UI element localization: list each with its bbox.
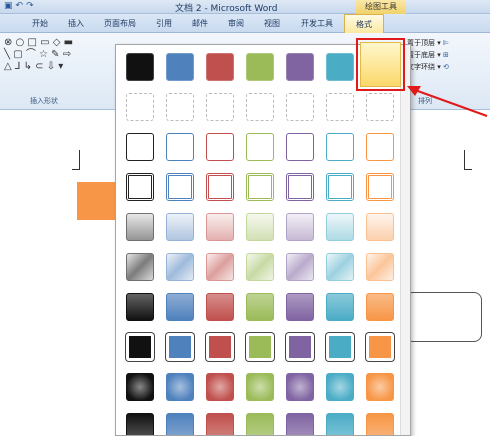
send-to-back-button[interactable]: 置于底层 ▾ ⊞ xyxy=(407,49,487,61)
style-swatch-dashed-outline-blue[interactable] xyxy=(166,93,194,121)
style-swatch-outline-thick-red[interactable] xyxy=(206,173,234,201)
style-swatch-light-gradient-aqua[interactable] xyxy=(326,213,354,241)
style-swatch-light-gradient-black[interactable] xyxy=(126,213,154,241)
style-swatch-dashed-outline-purple[interactable] xyxy=(286,93,314,121)
style-swatch-outline-thick-green[interactable] xyxy=(246,173,274,201)
save-icon[interactable]: ▣ xyxy=(4,1,13,11)
style-swatch-shaded-black[interactable] xyxy=(126,413,154,435)
text-wrap-button[interactable]: 文字环绕 ▾ ⟲ xyxy=(407,61,487,73)
window-title: 文档 2 - Microsoft Word xyxy=(175,4,278,14)
style-swatch-outline-thin-aqua[interactable] xyxy=(326,133,354,161)
style-swatch-outline-thin-black[interactable] xyxy=(126,133,154,161)
style-swatch-dashed-outline-orange[interactable] xyxy=(366,93,394,121)
style-swatch-radial-dark-orange[interactable] xyxy=(366,373,394,401)
style-swatch-shaded-aqua[interactable] xyxy=(326,413,354,435)
style-swatch-intense-gradient-purple[interactable] xyxy=(286,293,314,321)
style-swatch-outline-thin-red[interactable] xyxy=(206,133,234,161)
style-swatch-bevel-dark-purple[interactable] xyxy=(286,333,314,361)
style-swatch-outline-thick-black[interactable] xyxy=(126,173,154,201)
style-swatch-filled-purple[interactable] xyxy=(286,53,314,81)
style-swatch-intense-gradient-orange[interactable] xyxy=(366,293,394,321)
quick-access-toolbar: ▣ ↶ ↷ xyxy=(4,1,34,11)
tab-references[interactable]: 引用 xyxy=(146,14,182,33)
style-swatch-radial-dark-aqua[interactable] xyxy=(326,373,354,401)
style-swatch-intense-gradient-black[interactable] xyxy=(126,293,154,321)
style-swatch-outline-thin-green[interactable] xyxy=(246,133,274,161)
style-swatch-dashed-outline-red[interactable] xyxy=(206,93,234,121)
style-swatch-diagonal-gradient-orange[interactable] xyxy=(366,253,394,281)
style-swatch-shaded-orange[interactable] xyxy=(366,413,394,435)
style-swatch-bevel-dark-black[interactable] xyxy=(126,333,154,361)
style-swatch-filled-red[interactable] xyxy=(206,53,234,81)
style-swatch-filled-aqua[interactable] xyxy=(326,53,354,81)
shapes-gallery[interactable]: ⊗ ○ □ ▭ ◇ ▬ ╲ ▢ ⌒ ☆ ✎ ⇨ △ ⅃ ↳ ⊂ ⇩ ▾ xyxy=(4,37,84,73)
style-swatch-shaded-green[interactable] xyxy=(246,413,274,435)
style-swatch-outline-thick-purple[interactable] xyxy=(286,173,314,201)
tab-home[interactable]: 开始 xyxy=(22,14,58,33)
style-swatch-bevel-dark-green[interactable] xyxy=(246,333,274,361)
title-bar: ▣ ↶ ↷ 文档 2 - Microsoft Word 绘图工具 xyxy=(0,0,490,14)
insert-shapes-group-label: 插入形状 xyxy=(30,97,58,105)
redo-icon[interactable]: ↷ xyxy=(26,1,34,11)
style-swatch-radial-dark-purple[interactable] xyxy=(286,373,314,401)
tab-format[interactable]: 格式 xyxy=(344,14,384,33)
style-swatch-filled-green[interactable] xyxy=(246,53,274,81)
style-swatch-shaded-blue[interactable] xyxy=(166,413,194,435)
style-swatch-diagonal-gradient-green[interactable] xyxy=(246,253,274,281)
style-swatch-bevel-dark-red[interactable] xyxy=(206,333,234,361)
style-swatch-shaded-purple[interactable] xyxy=(286,413,314,435)
style-swatch-outline-thick-orange[interactable] xyxy=(366,173,394,201)
style-swatch-bevel-dark-blue[interactable] xyxy=(166,333,194,361)
style-swatch-outline-thin-blue[interactable] xyxy=(166,133,194,161)
bring-to-front-button[interactable]: 置于顶层 ▾ ⊫ xyxy=(407,37,487,49)
style-swatch-diagonal-gradient-red[interactable] xyxy=(206,253,234,281)
style-swatch-radial-dark-blue[interactable] xyxy=(166,373,194,401)
style-swatch-outline-thin-orange[interactable] xyxy=(366,133,394,161)
style-swatch-intense-gradient-blue[interactable] xyxy=(166,293,194,321)
margin-mark-right xyxy=(464,150,472,170)
style-swatch-light-gradient-green[interactable] xyxy=(246,213,274,241)
tab-developer[interactable]: 开发工具 xyxy=(290,14,344,33)
style-swatch-intense-gradient-green[interactable] xyxy=(246,293,274,321)
style-swatch-diagonal-gradient-black[interactable] xyxy=(126,253,154,281)
margin-mark-left xyxy=(72,150,80,170)
style-swatch-dashed-outline-green[interactable] xyxy=(246,93,274,121)
style-swatch-dashed-outline-aqua[interactable] xyxy=(326,93,354,121)
style-swatch-light-gradient-red[interactable] xyxy=(206,213,234,241)
style-swatch-intense-gradient-red[interactable] xyxy=(206,293,234,321)
style-swatch-filled-black[interactable] xyxy=(126,53,154,81)
style-swatch-radial-dark-red[interactable] xyxy=(206,373,234,401)
style-swatch-outline-thick-blue[interactable] xyxy=(166,173,194,201)
style-swatch-diagonal-gradient-aqua[interactable] xyxy=(326,253,354,281)
style-swatch-radial-dark-black[interactable] xyxy=(126,373,154,401)
shape-style-gallery xyxy=(115,44,411,436)
style-swatch-light-gradient-purple[interactable] xyxy=(286,213,314,241)
style-swatch-diagonal-gradient-purple[interactable] xyxy=(286,253,314,281)
red-arrow-annotation xyxy=(407,86,488,117)
style-swatch-diagonal-gradient-blue[interactable] xyxy=(166,253,194,281)
style-swatch-filled-blue[interactable] xyxy=(166,53,194,81)
style-swatch-radial-dark-green[interactable] xyxy=(246,373,274,401)
tab-view[interactable]: 视图 xyxy=(254,14,290,33)
style-swatch-shaded-red[interactable] xyxy=(206,413,234,435)
style-swatch-bevel-dark-orange[interactable] xyxy=(366,333,394,361)
tab-page-layout[interactable]: 页面布局 xyxy=(94,14,146,33)
rounded-rectangle-shape[interactable] xyxy=(405,292,482,342)
red-highlight-box xyxy=(356,38,405,91)
style-swatch-dashed-outline-black[interactable] xyxy=(126,93,154,121)
tab-review[interactable]: 审阅 xyxy=(218,14,254,33)
style-swatch-outline-thin-purple[interactable] xyxy=(286,133,314,161)
style-swatch-intense-gradient-aqua[interactable] xyxy=(326,293,354,321)
tab-mailings[interactable]: 邮件 xyxy=(182,14,218,33)
style-swatch-bevel-dark-aqua[interactable] xyxy=(326,333,354,361)
ribbon-tabs: 开始 插入 页面布局 引用 邮件 审阅 视图 开发工具 格式 xyxy=(0,14,490,33)
undo-icon[interactable]: ↶ xyxy=(16,1,24,11)
style-swatch-light-gradient-blue[interactable] xyxy=(166,213,194,241)
style-swatch-light-gradient-orange[interactable] xyxy=(366,213,394,241)
drawing-tools-contextual-tab: 绘图工具 xyxy=(356,0,406,14)
arrange-group: 置于顶层 ▾ ⊫ 置于底层 ▾ ⊞ 文字环绕 ▾ ⟲ xyxy=(407,37,487,73)
style-swatch-outline-thick-aqua[interactable] xyxy=(326,173,354,201)
tab-insert[interactable]: 插入 xyxy=(58,14,94,33)
